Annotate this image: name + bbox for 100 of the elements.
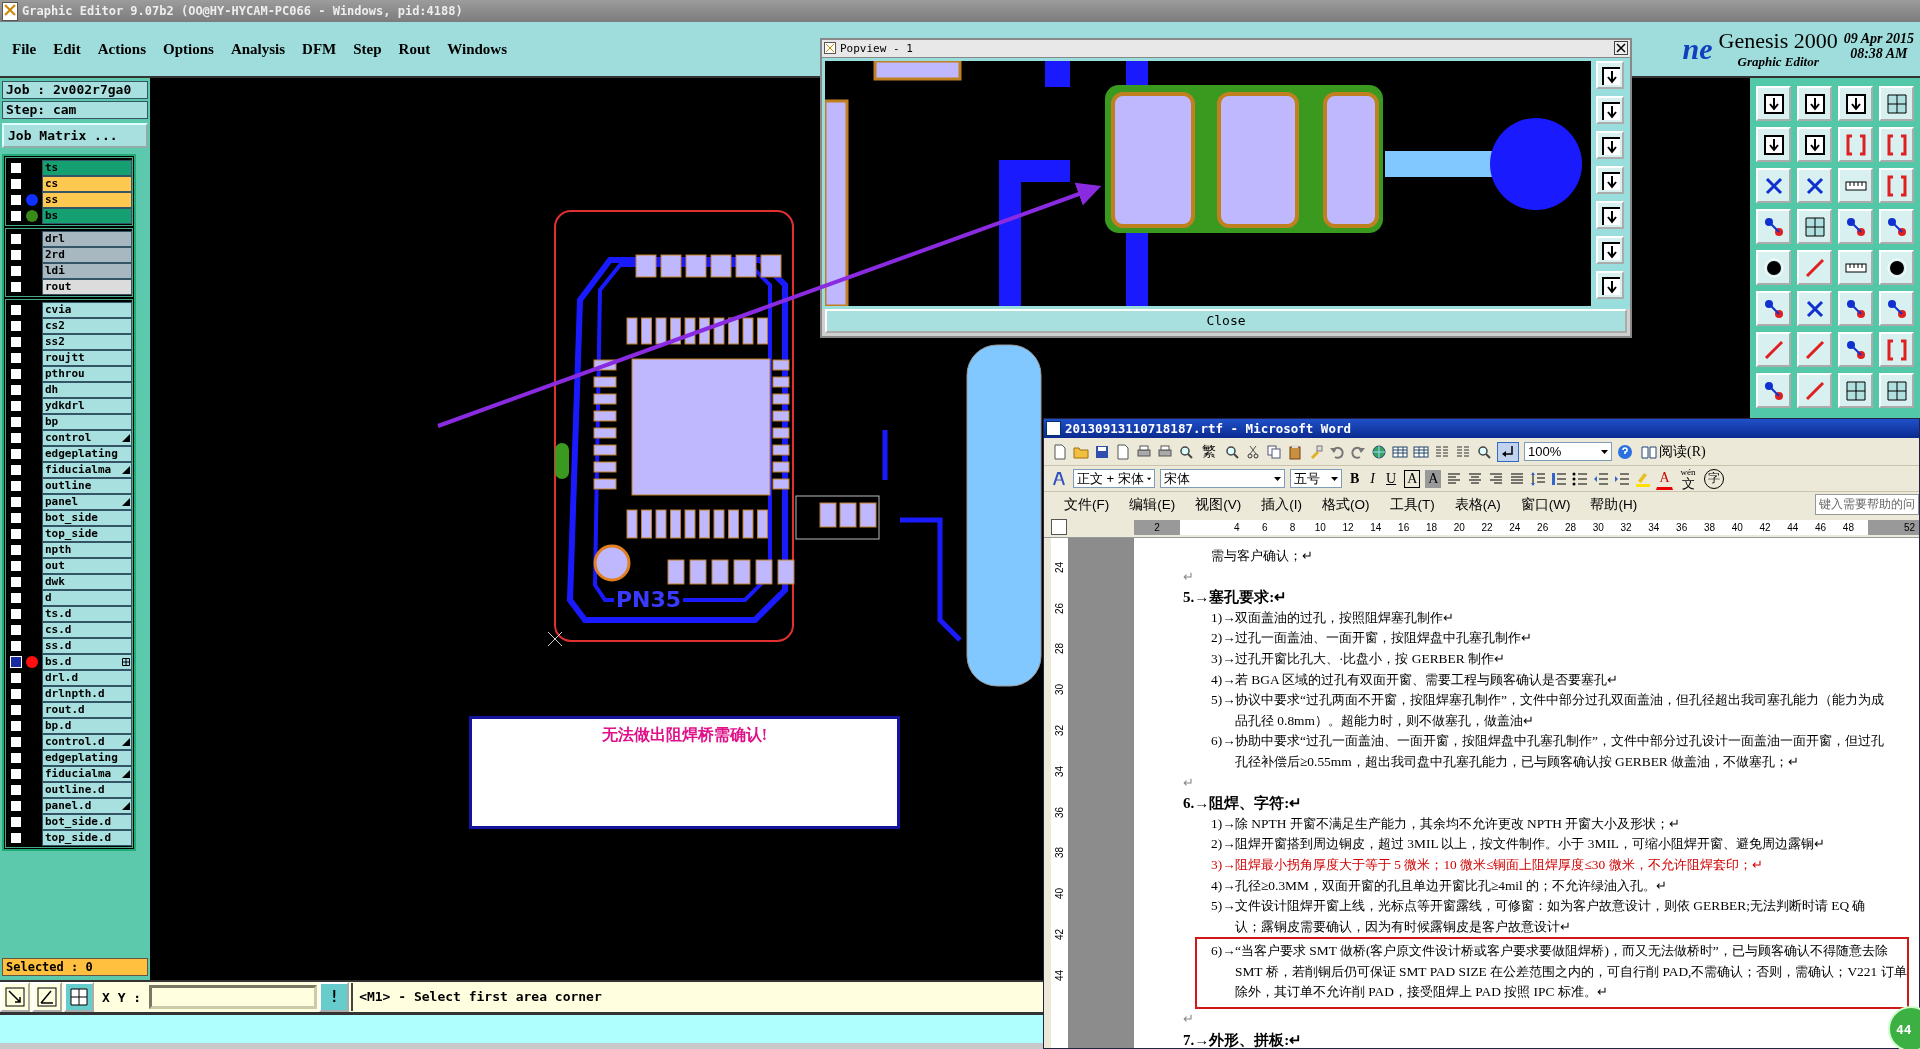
ruler-number: 26 bbox=[1054, 602, 1065, 614]
ruler-number: 24 bbox=[1508, 521, 1522, 533]
step-label: Step: cam bbox=[2, 101, 148, 119]
layer-name: bot_side.d bbox=[45, 815, 113, 829]
ruler-number: 52 bbox=[1903, 521, 1915, 533]
list-item: 4)→孔径≥0.3MM，双面开窗的孔且单边开窗比孔≥4mil 的；不允许绿油入孔。↵ bbox=[1211, 876, 1669, 895]
ruler-number: 16 bbox=[1397, 521, 1411, 533]
ruler-number: 44 bbox=[1054, 969, 1065, 981]
list-item: 6)→“当客户要求 SMT 做桥(客户原文件设计桥或客户要求要做阻焊桥)，而又无法做桥时”，已与顾客确认不得随意去除 SMT 桥，若削铜后仍可保证 SMT PAD SIZE 在公差范围之内的，可自行削 PAD,不需确认；否则，需确认；V221 订单除外，其订单不允许削 PAD，接受阻焊上 PAD 按照 IPC 标准。↵ bbox=[1195, 937, 1909, 1010]
layer-name: ss2 bbox=[45, 335, 66, 349]
message-box: 无法做出阻焊桥需确认! bbox=[469, 716, 900, 829]
layer-name: ss.d bbox=[45, 639, 73, 653]
editor-name: Graphic Editor bbox=[1737, 54, 1819, 70]
layer-name: dwk bbox=[45, 575, 66, 589]
layer-name: cvia bbox=[45, 303, 73, 317]
time-text: 08:38 AM bbox=[1850, 46, 1908, 61]
ruler-number: 42 bbox=[1758, 521, 1772, 533]
layer-name: fiducialma bbox=[45, 767, 113, 781]
layer-name: ts.d bbox=[45, 607, 73, 621]
list-item: 3)→阻焊最小拐角厚度大于等于 5 微米；10 微米≤铜面上阻焊厚度≤30 微米，不允许阻焊套印；↵ bbox=[1211, 855, 1764, 874]
ruler-number: 34 bbox=[1054, 765, 1065, 777]
layer-name: ldi bbox=[45, 264, 66, 278]
layer-name: panel bbox=[45, 495, 80, 509]
layer-name: ts bbox=[45, 161, 60, 175]
layer-name: ydkdrl bbox=[45, 399, 86, 413]
layer-name: rout bbox=[45, 280, 73, 294]
layer-name: bot_side bbox=[45, 511, 99, 525]
layer-name: bp.d bbox=[45, 719, 73, 733]
layer-name: npth bbox=[45, 543, 73, 557]
paragraph: 需与客户确认；↵ bbox=[1210, 547, 1314, 565]
logo-text: ne bbox=[1682, 32, 1713, 66]
layer-name: outline bbox=[45, 479, 93, 493]
ruler-number: 42 bbox=[1054, 929, 1065, 941]
ruler-number: 32 bbox=[1054, 725, 1065, 737]
coordinates-label: X Y : bbox=[102, 989, 142, 1005]
ruler-number: 4 bbox=[1233, 521, 1241, 533]
layer-name: bs.d bbox=[45, 655, 73, 669]
layer-name: drl.d bbox=[45, 671, 80, 685]
ruler-number: 44 bbox=[1786, 521, 1800, 533]
ruler-number: 36 bbox=[1675, 521, 1689, 533]
list-item: 6)→协助中要求“过孔一面盖油、一面开窗，按阻焊盘中孔塞孔制作”，文件中部分过孔设计一面盖油一面开窗，但过孔孔径补偿后≥0.55mm，超出我司盘中孔塞孔能力，已与顾客确认按 GERBER 做盖油，不做塞孔；↵ bbox=[1211, 732, 1885, 771]
job-label: Job : 2v002r7ga0 bbox=[2, 81, 148, 99]
layer-name: out bbox=[45, 559, 66, 573]
ruler-number: 30 bbox=[1591, 521, 1605, 533]
layer-name: ss bbox=[45, 193, 60, 207]
layer-name: top_side bbox=[45, 527, 99, 541]
list-item: 1)→除 NPTH 开窗不满足生产能力，其余均不允许更改 NPTH 开窗大小及形状；↵ bbox=[1211, 814, 1682, 833]
ruler-number: 48 bbox=[1841, 521, 1855, 533]
ruler-number: 2 bbox=[1154, 521, 1160, 533]
ruler-number: 22 bbox=[1480, 521, 1494, 533]
layer-name: edgeplating bbox=[45, 751, 119, 765]
layer-name: 2rd bbox=[45, 248, 66, 262]
layer-name: top_side.d bbox=[45, 831, 113, 845]
list-item: 5)→协议中要求“过孔两面不开窗，按阻焊塞孔制作”，文件中部分过孔双面盖油，但孔径超出我司塞孔能力（能力为成品孔径 0.8mm）。超能力时，则不做塞孔，做盖油↵ bbox=[1211, 691, 1885, 730]
ruler-number: 38 bbox=[1702, 521, 1716, 533]
ruler-number: 34 bbox=[1647, 521, 1661, 533]
popview-title: Popview - 1 bbox=[840, 41, 913, 55]
ruler-number: 26 bbox=[1536, 521, 1550, 533]
product-name: Genesis 2000 bbox=[1718, 28, 1838, 54]
layer-name: d bbox=[45, 591, 53, 605]
layer-name: drlnpth.d bbox=[45, 687, 106, 701]
layer-name: outline.d bbox=[45, 783, 106, 797]
layer-name: panel.d bbox=[45, 799, 93, 813]
section-heading: 6.→阻焊、字符:↵ bbox=[1182, 794, 1304, 814]
layer-name: bp bbox=[45, 415, 60, 429]
ruler-number: 6 bbox=[1260, 521, 1269, 533]
ruler-number: 40 bbox=[1730, 521, 1744, 533]
ruler-number: 28 bbox=[1054, 643, 1065, 655]
layer-name: dh bbox=[45, 383, 60, 397]
list-item: 5)→文件设计阻焊开窗上线，光标点等开窗露线，可修窗：如为客户故意设计，则依 GERBER;无法判断时请 EQ 确认；露铜皮需要确认，因为有时候露铜皮是客户故意设计↵ bbox=[1211, 897, 1867, 936]
list-item: 1)→双面盖油的过孔，按照阻焊塞孔制作↵ bbox=[1211, 608, 1455, 627]
layer-name: edgeplating bbox=[45, 447, 119, 461]
layer-name: cs bbox=[45, 177, 60, 191]
ruler-number: 38 bbox=[1054, 847, 1065, 859]
layer-name: control bbox=[45, 431, 93, 445]
ruler-number: 28 bbox=[1563, 521, 1577, 533]
list-item: 4)→若 BGA 区域的过孔有双面开窗、需要工程与顾客确认是否要塞孔↵ bbox=[1211, 670, 1620, 689]
layer-name: roujtt bbox=[45, 351, 86, 365]
window-title: 20130913110718187.rtf - Microsoft Word bbox=[1065, 421, 1351, 436]
ruler-number: 24 bbox=[1054, 561, 1065, 573]
layer-name: fiducialma bbox=[45, 463, 113, 477]
layer-name: control.d bbox=[45, 735, 106, 749]
ruler-number: 12 bbox=[1341, 521, 1355, 533]
layer-name: pthrou bbox=[45, 367, 86, 381]
ruler-number: 14 bbox=[1369, 521, 1383, 533]
ruler-number: 36 bbox=[1054, 806, 1065, 818]
list-item: 2)→阻焊开窗搭到周边铜皮，超过 3MIL 以上，按文件制作。小于 3MIL，可缩小阻焊开窗、避免周边露铜↵ bbox=[1211, 835, 1827, 854]
ruler-number: 32 bbox=[1619, 521, 1633, 533]
paragraph: ↵ bbox=[1182, 567, 1195, 586]
ruler-number: 46 bbox=[1814, 521, 1828, 533]
window-title: Graphic Editor 9.07b2 (OO@HY-HYCAM-PC066 - Windows, pid:4188) bbox=[22, 4, 463, 18]
selected-count: Selected : 0 bbox=[2, 958, 148, 976]
layer-name: bs bbox=[45, 209, 60, 223]
date-text: 09 Apr 2015 bbox=[1843, 31, 1914, 46]
list-item: 2)→过孔一面盖油、一面开窗，按阻焊盘中孔塞孔制作↵ bbox=[1211, 629, 1533, 648]
ruler-number: 40 bbox=[1054, 888, 1065, 900]
ruler-number: 20 bbox=[1452, 521, 1466, 533]
ruler-number: 18 bbox=[1424, 521, 1439, 533]
layer-name: cs.d bbox=[45, 623, 73, 637]
layer-name: drl bbox=[45, 232, 66, 246]
